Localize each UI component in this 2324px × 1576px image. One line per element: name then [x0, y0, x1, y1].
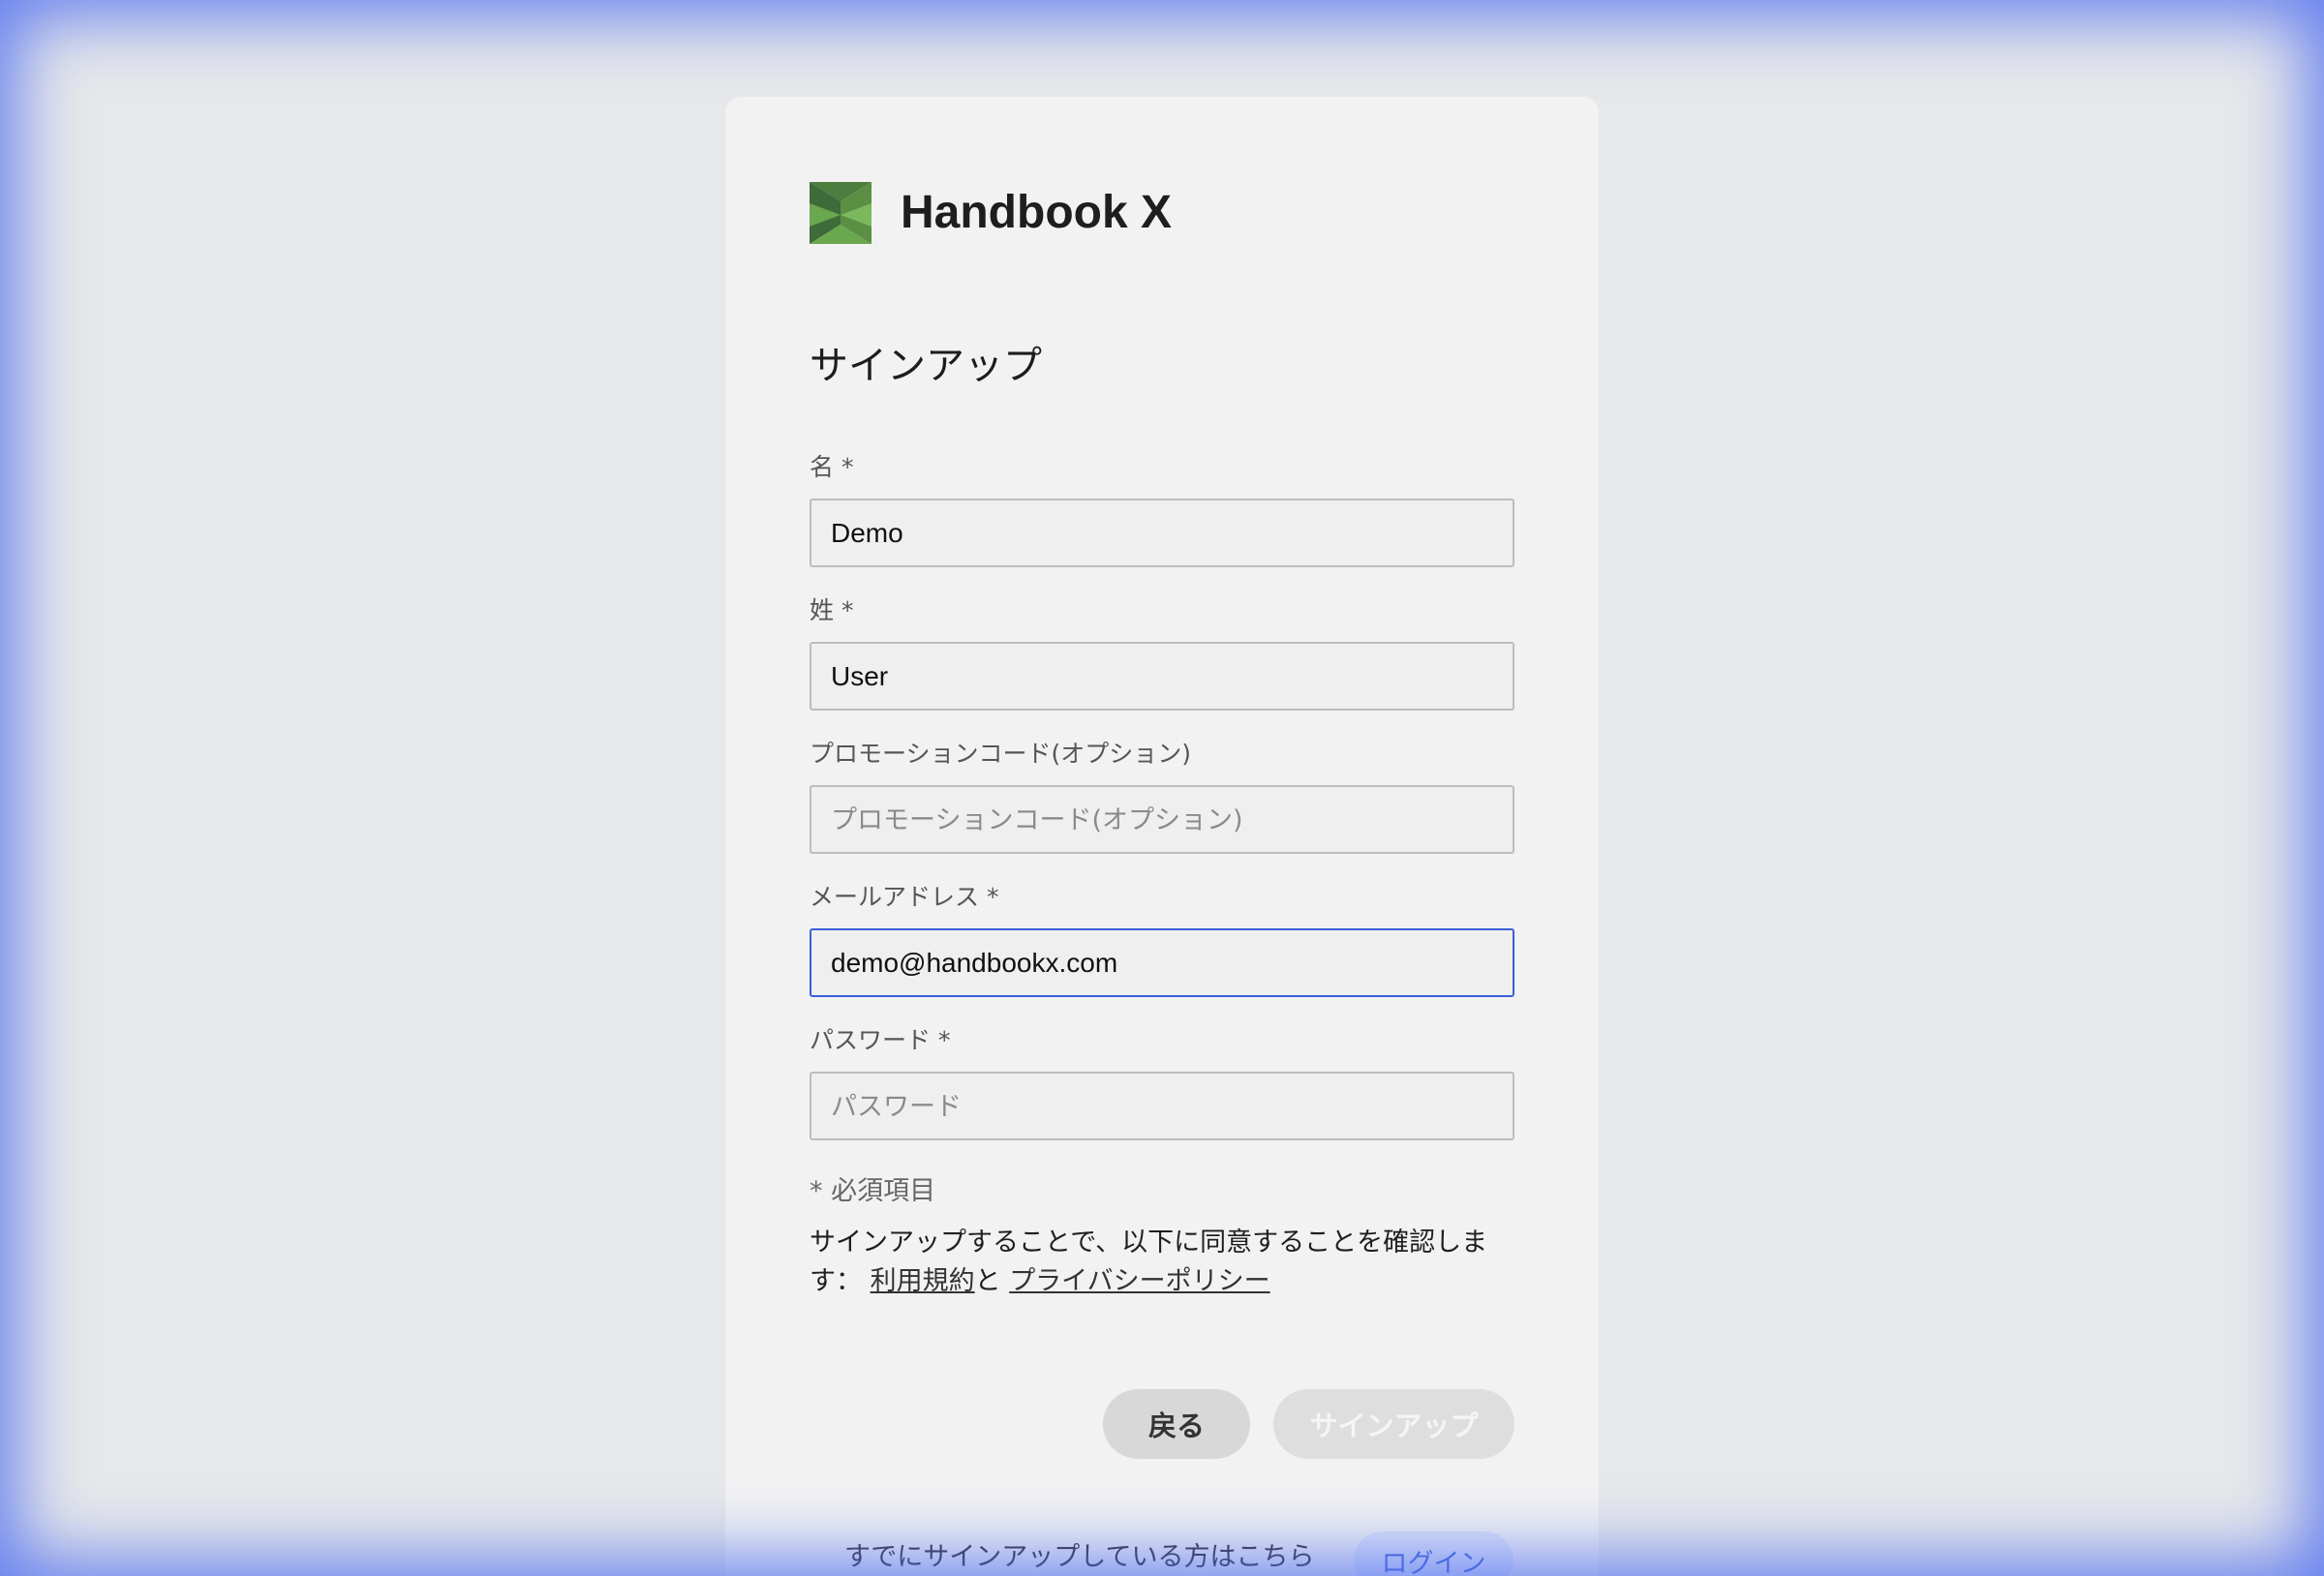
email-input[interactable]	[810, 928, 1514, 997]
brand-name: Handbook X	[901, 187, 1173, 238]
agreement-conjunction: と	[974, 1266, 1001, 1296]
promo-code-label: プロモーションコード(オプション)	[810, 740, 1192, 768]
signup-page: Handbook X サインアップ 名 * 姓 * プロモーションコード(オプシ…	[0, 0, 2324, 1576]
last-name-label: 姓 *	[810, 596, 854, 624]
terms-link[interactable]: 利用規約	[871, 1266, 975, 1296]
promo-code-input[interactable]	[810, 785, 1514, 854]
email-label: メールアドレス *	[810, 883, 999, 911]
signup-button[interactable]: サインアップ	[1273, 1389, 1514, 1459]
required-fields-note: * 必須項目	[810, 1176, 936, 1206]
back-button[interactable]: 戻る	[1103, 1389, 1250, 1459]
handbook-x-logo-icon	[810, 182, 872, 244]
password-label: パスワード *	[810, 1026, 951, 1054]
last-name-input[interactable]	[810, 642, 1514, 711]
first-name-label: 名 *	[810, 453, 854, 481]
privacy-policy-link[interactable]: プライバシーポリシー	[1009, 1266, 1269, 1296]
first-name-input[interactable]	[810, 499, 1514, 567]
page-title: サインアップ	[810, 344, 1042, 388]
login-button[interactable]: ログイン	[1354, 1531, 1514, 1576]
password-input[interactable]	[810, 1072, 1514, 1140]
already-signed-up-text: すでにサインアップしている方はこちら	[844, 1542, 1315, 1572]
agreement-text: サインアップすることで、以下に同意することを確認します： 利用規約と プライバシ…	[810, 1224, 1526, 1301]
